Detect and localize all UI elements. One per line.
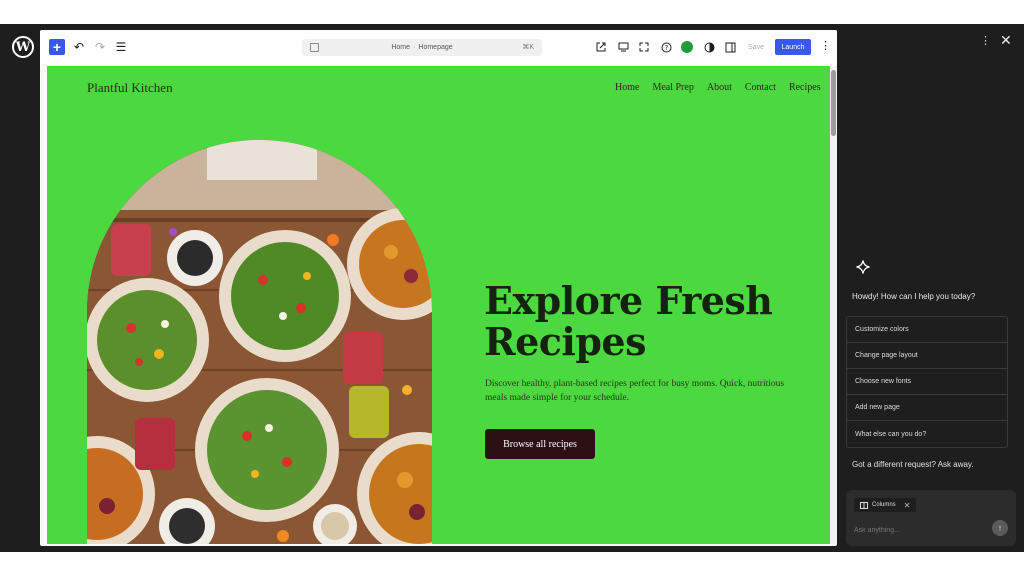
site-status-icon[interactable] bbox=[681, 41, 693, 53]
help-icon[interactable]: ? bbox=[658, 39, 674, 55]
site-title[interactable]: Plantful Kitchen bbox=[87, 80, 173, 96]
suggestion-customize-colors[interactable]: Customize colors bbox=[847, 317, 1007, 343]
external-link-icon[interactable] bbox=[593, 39, 609, 55]
nav-item-home[interactable]: Home bbox=[615, 82, 639, 93]
suggestion-change-layout[interactable]: Change page layout bbox=[847, 343, 1007, 369]
scrollbar[interactable] bbox=[830, 66, 837, 544]
nav-item-meal-prep[interactable]: Meal Prep bbox=[652, 82, 693, 93]
editor-toolbar: + ↶ ↷ ☰ Home · Homepage ⌘K ? Save Launch… bbox=[40, 30, 837, 64]
fullscreen-icon[interactable] bbox=[636, 39, 652, 55]
app-frame: W + ↶ ↷ ☰ Home · Homepage ⌘K ? Save Laun… bbox=[0, 24, 1024, 552]
site-preview: Plantful Kitchen Home Meal Prep About Co… bbox=[47, 66, 830, 544]
document-template: Homepage bbox=[418, 44, 453, 51]
save-button[interactable]: Save bbox=[742, 39, 770, 55]
nav-item-contact[interactable]: Contact bbox=[745, 82, 776, 93]
document-bar[interactable]: Home · Homepage ⌘K bbox=[302, 39, 542, 56]
site-navigation: Home Meal Prep About Contact Recipes bbox=[615, 82, 821, 93]
close-icon[interactable]: ✕ bbox=[1000, 32, 1012, 49]
document-separator: · bbox=[413, 44, 416, 51]
hero-heading-line-2: Recipes bbox=[484, 319, 646, 364]
hero-image[interactable] bbox=[87, 140, 432, 544]
desktop-preview-icon[interactable] bbox=[615, 39, 631, 55]
assistant-greeting: Howdy! How can I help you today? bbox=[852, 292, 976, 301]
remove-chip-icon[interactable]: ✕ bbox=[904, 501, 911, 510]
suggestion-add-page[interactable]: Add new page bbox=[847, 395, 1007, 421]
nav-item-recipes[interactable]: Recipes bbox=[789, 82, 821, 93]
suggestion-what-else[interactable]: What else can you do? bbox=[847, 421, 1007, 447]
redo-icon[interactable]: ↷ bbox=[92, 39, 108, 55]
hero-description[interactable]: Discover healthy, plant-based recipes pe… bbox=[485, 377, 785, 405]
ask-input[interactable] bbox=[854, 524, 984, 536]
command-shortcut: ⌘K bbox=[522, 44, 534, 51]
context-chip-label: Columns bbox=[872, 502, 896, 508]
panel-options-icon[interactable]: ⋮ bbox=[980, 34, 991, 47]
undo-icon[interactable]: ↶ bbox=[71, 39, 87, 55]
columns-icon bbox=[860, 501, 868, 509]
style-contrast-icon[interactable] bbox=[701, 39, 717, 55]
alternate-request-prompt: Got a different request? Ask away. bbox=[852, 460, 974, 469]
svg-text:?: ? bbox=[664, 44, 668, 52]
sparkle-icon bbox=[856, 260, 870, 279]
browse-recipes-button[interactable]: Browse all recipes bbox=[485, 429, 595, 459]
scrollbar-thumb[interactable] bbox=[831, 70, 836, 136]
assistant-input-box: Columns ✕ ↑ bbox=[846, 490, 1016, 546]
suggestion-list: Customize colors Change page layout Choo… bbox=[846, 316, 1008, 448]
suggestion-choose-fonts[interactable]: Choose new fonts bbox=[847, 369, 1007, 395]
more-options-icon[interactable]: ⋮ bbox=[820, 39, 831, 55]
send-icon[interactable]: ↑ bbox=[992, 520, 1008, 536]
sidebar-toggle-icon[interactable] bbox=[722, 39, 738, 55]
launch-button[interactable]: Launch bbox=[775, 39, 811, 55]
editor: + ↶ ↷ ☰ Home · Homepage ⌘K ? Save Launch… bbox=[40, 30, 837, 546]
add-block-button[interactable]: + bbox=[49, 39, 65, 55]
list-view-icon[interactable]: ☰ bbox=[113, 39, 129, 55]
document-page: Home bbox=[391, 44, 411, 51]
page-icon bbox=[310, 43, 319, 52]
hero-heading-line-1: Explore Fresh bbox=[484, 278, 773, 323]
nav-item-about[interactable]: About bbox=[707, 82, 732, 93]
context-chip[interactable]: Columns ✕ bbox=[854, 498, 917, 512]
hero-heading[interactable]: Explore Fresh Recipes bbox=[484, 280, 804, 362]
wordpress-logo-icon[interactable]: W bbox=[12, 36, 34, 58]
